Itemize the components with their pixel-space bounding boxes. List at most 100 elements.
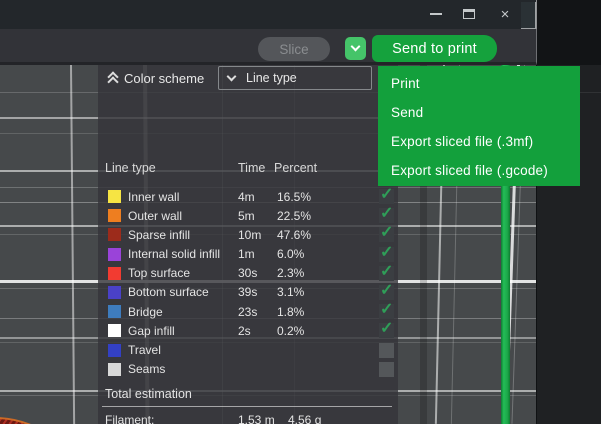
table-row: Seams xyxy=(98,360,398,379)
table-row: Bottom surface 39s 3.1% ✓ xyxy=(98,283,398,302)
line-type-percent: 1.8% xyxy=(277,305,304,319)
check-icon: ✓ xyxy=(380,299,393,319)
slice-button[interactable]: Slice xyxy=(258,37,330,61)
line-type-color-swatch xyxy=(108,363,121,376)
visibility-checkbox[interactable] xyxy=(379,343,394,358)
check-icon: ✓ xyxy=(380,242,393,262)
total-estimation-title: Total estimation xyxy=(105,387,192,401)
maximize-button[interactable] xyxy=(454,0,484,28)
view-mode-dropdown[interactable]: Line type xyxy=(218,66,372,90)
table-row: Gap infill 2s 0.2% ✓ xyxy=(98,321,398,340)
table-row: Inner wall 4m 16.5% ✓ xyxy=(98,187,398,206)
line-type-label: Travel xyxy=(128,343,161,357)
check-icon: ✓ xyxy=(380,318,393,338)
totals-value-secondary: 4.56 g xyxy=(288,413,321,424)
totals-value: 1.53 m xyxy=(238,413,275,424)
visibility-checkbox[interactable]: ✓ xyxy=(379,227,394,242)
line-type-color-swatch xyxy=(108,209,121,222)
line-type-percent: 2.3% xyxy=(277,266,304,280)
maximize-restore-icon xyxy=(463,9,475,19)
check-icon: ✓ xyxy=(380,184,393,204)
send-dropdown-button[interactable] xyxy=(345,37,366,60)
window-corner-border xyxy=(521,2,536,29)
totals-label: Filament: xyxy=(105,413,154,424)
totals-table: Filament: 1.53 m 4.56 g Prepare time: 1s… xyxy=(98,410,398,424)
line-type-percent: 47.6% xyxy=(277,228,311,242)
totals-row: Filament: 1.53 m 4.56 g xyxy=(98,410,398,424)
slicer-app-window: Color scheme Line type Line type Time Pe… xyxy=(0,0,601,424)
table-row: Outer wall 5m 22.5% ✓ xyxy=(98,206,398,225)
line-type-time: 10m xyxy=(238,228,261,242)
chevron-double-up-icon[interactable] xyxy=(106,72,122,87)
table-row: Bridge 23s 1.8% ✓ xyxy=(98,302,398,321)
line-type-percent: 0.2% xyxy=(277,324,304,338)
line-type-percent: 16.5% xyxy=(277,190,311,204)
send-to-print-button[interactable]: Send to print xyxy=(372,35,497,62)
menu-item[interactable]: Export sliced file (.3mf) xyxy=(378,127,580,156)
line-type-time: 1m xyxy=(238,247,255,261)
line-type-percent: 6.0% xyxy=(277,247,304,261)
line-type-label: Internal solid infill xyxy=(128,247,220,261)
line-type-time: 39s xyxy=(238,285,257,299)
line-type-color-swatch xyxy=(108,305,121,318)
visibility-checkbox[interactable]: ✓ xyxy=(379,304,394,319)
visibility-checkbox[interactable]: ✓ xyxy=(379,189,394,204)
minimize-button[interactable] xyxy=(421,0,451,28)
toolbar: Slice Send to print xyxy=(0,29,537,65)
column-header-time: Time xyxy=(238,161,265,175)
background-behind-window xyxy=(537,0,601,424)
line-type-time: 5m xyxy=(238,209,255,223)
panel-title: Color scheme xyxy=(124,71,204,86)
line-type-label: Bridge xyxy=(128,305,163,319)
check-icon: ✓ xyxy=(380,261,393,281)
visibility-checkbox[interactable]: ✓ xyxy=(379,323,394,338)
close-button[interactable]: × xyxy=(490,0,520,28)
line-type-color-swatch xyxy=(108,324,121,337)
color-scheme-panel: Color scheme Line type Line type Time Pe… xyxy=(98,65,398,424)
line-type-label: Bottom surface xyxy=(128,285,209,299)
line-type-label: Outer wall xyxy=(128,209,182,223)
table-row: Internal solid infill 1m 6.0% ✓ xyxy=(98,245,398,264)
check-icon: ✓ xyxy=(380,222,393,242)
send-to-print-menu: PrintSendExport sliced file (.3mf)Export… xyxy=(378,66,580,186)
table-row: Travel xyxy=(98,341,398,360)
line-type-color-swatch xyxy=(108,344,121,357)
line-type-time: 4m xyxy=(238,190,255,204)
visibility-checkbox[interactable]: ✓ xyxy=(379,285,394,300)
table-row: Top surface 30s 2.3% ✓ xyxy=(98,264,398,283)
column-header-percent: Percent xyxy=(274,161,317,175)
line-type-label: Sparse infill xyxy=(128,228,190,242)
minimize-icon xyxy=(430,13,442,15)
table-row: Sparse infill 10m 47.6% ✓ xyxy=(98,225,398,244)
line-type-percent: 3.1% xyxy=(277,285,304,299)
menu-item[interactable]: Export sliced file (.gcode) xyxy=(378,156,580,185)
line-type-label: Gap infill xyxy=(128,324,175,338)
sliced-model-disc xyxy=(0,417,90,424)
line-type-color-swatch xyxy=(108,190,121,203)
divider xyxy=(102,406,392,407)
visibility-checkbox[interactable]: ✓ xyxy=(379,247,394,262)
check-icon: ✓ xyxy=(380,203,393,223)
visibility-checkbox[interactable] xyxy=(379,362,394,377)
line-type-percent: 22.5% xyxy=(277,209,311,223)
visibility-checkbox[interactable]: ✓ xyxy=(379,266,394,281)
menu-item[interactable]: Print xyxy=(378,69,580,98)
line-type-color-swatch xyxy=(108,286,121,299)
close-icon: × xyxy=(501,7,510,22)
line-type-color-swatch xyxy=(108,248,121,261)
line-type-table: Inner wall 4m 16.5% ✓ Outer wall 5m 22.5… xyxy=(98,187,398,379)
menu-item[interactable]: Send xyxy=(378,98,580,127)
line-type-time: 23s xyxy=(238,305,257,319)
chevron-down-icon xyxy=(227,72,237,82)
line-type-label: Inner wall xyxy=(128,190,179,204)
line-type-time: 30s xyxy=(238,266,257,280)
check-icon: ✓ xyxy=(380,280,393,300)
view-mode-selected: Line type xyxy=(246,71,297,85)
titlebar: × xyxy=(0,0,537,29)
line-type-color-swatch xyxy=(108,228,121,241)
column-header-line-type: Line type xyxy=(105,161,156,175)
visibility-checkbox[interactable]: ✓ xyxy=(379,208,394,223)
chevron-down-icon xyxy=(351,42,361,52)
line-type-label: Top surface xyxy=(128,266,190,280)
line-type-color-swatch xyxy=(108,267,121,280)
